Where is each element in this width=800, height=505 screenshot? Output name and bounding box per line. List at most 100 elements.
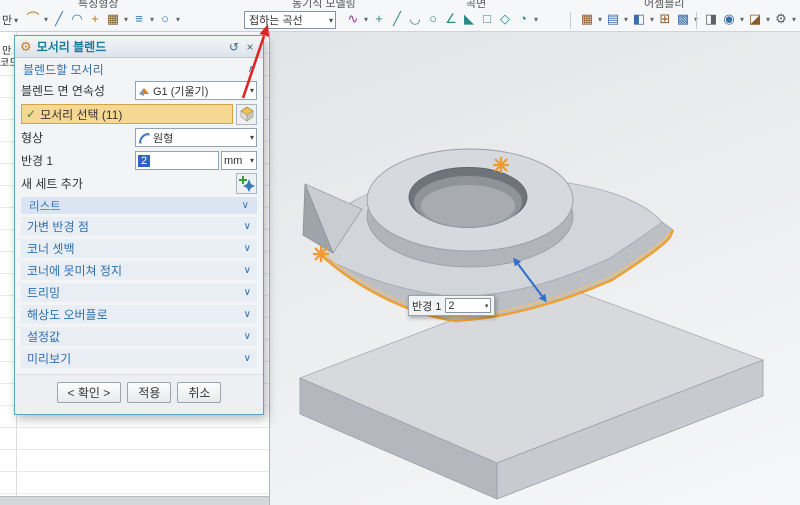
- render-style-icon-caret[interactable]: ▾: [738, 15, 746, 24]
- dialog-title: 모서리 블렌드: [37, 38, 107, 55]
- derived-curve-icon-caret[interactable]: ▾: [174, 15, 182, 24]
- sketch-arc-icon[interactable]: ◡: [406, 10, 424, 28]
- dialog-close-button[interactable]: ×: [242, 40, 258, 54]
- derived-curve-icon[interactable]: ○: [156, 10, 174, 28]
- line-icon[interactable]: ╱: [50, 10, 68, 28]
- pattern-curve-icon-caret[interactable]: ▾: [122, 15, 130, 24]
- circular-fillet-icon: [138, 132, 150, 144]
- ribbon-group-assemblies: 어셈블리: [644, 0, 714, 8]
- toolbar-icons-left: ⌒▾╱◠+▦▾≡▾○▾: [24, 10, 182, 28]
- group-preview[interactable]: 미리보기 ∨: [21, 349, 257, 368]
- group-label: 코너 셋백: [27, 240, 75, 257]
- caret-down-icon[interactable]: ▾: [250, 86, 254, 95]
- cancel-button[interactable]: 취소: [177, 382, 221, 403]
- add-set-icon: [238, 175, 255, 192]
- point-icon[interactable]: +: [86, 10, 104, 28]
- chevron-down-icon[interactable]: ∨: [244, 331, 251, 342]
- unite-icon-caret[interactable]: ▾: [648, 15, 656, 24]
- polygon-icon[interactable]: ◇: [496, 10, 514, 28]
- view-icon[interactable]: ◨: [702, 10, 720, 28]
- chevron-down-icon[interactable]: ∨: [244, 265, 251, 276]
- truncated-filter-combo[interactable]: 만▾: [2, 12, 18, 28]
- onscreen-radius-label: 반경 1: [412, 298, 441, 314]
- radius-value: 2: [138, 155, 150, 167]
- hole-floor: [421, 185, 515, 227]
- radius-label: 반경 1: [21, 152, 53, 169]
- caret-down-icon[interactable]: ▾: [250, 156, 254, 165]
- sketch-point-icon[interactable]: +: [370, 10, 388, 28]
- dialog-titlebar[interactable]: ⚙ 모서리 블렌드 ↺ ×: [15, 36, 263, 58]
- edge-select-row: ✓ 모서리 선택 (11): [15, 102, 263, 126]
- extrude-icon-caret[interactable]: ▾: [622, 15, 630, 24]
- ellipse-icon[interactable]: ◔: [514, 10, 532, 28]
- pattern-curve-icon[interactable]: ▦: [104, 10, 122, 28]
- chevron-down-icon[interactable]: ∨: [244, 309, 251, 320]
- caret-down-icon[interactable]: ▾: [485, 302, 489, 310]
- horizontal-scrollbar[interactable]: [0, 496, 269, 505]
- ellipse-icon-caret[interactable]: ▾: [532, 15, 540, 24]
- sketch-line-icon[interactable]: ╱: [388, 10, 406, 28]
- continuity-combo[interactable]: G1 (기울기) ▾: [135, 81, 257, 100]
- toolbar-icons-right: ▦▾▤▾◧▾⊞▩▾: [578, 10, 700, 28]
- group-overflow-resolution[interactable]: 해상도 오버플로 ∨: [21, 305, 257, 324]
- caret-down-icon[interactable]: ▾: [329, 16, 333, 25]
- ok-button[interactable]: < 확인 >: [57, 382, 122, 403]
- arc-icon[interactable]: ◠: [68, 10, 86, 28]
- group-label: 해상도 오버플로: [27, 306, 108, 323]
- group-settings[interactable]: 설정값 ∨: [21, 327, 257, 346]
- datum-plane-icon[interactable]: ▦: [578, 10, 596, 28]
- add-new-set-button[interactable]: [236, 173, 257, 194]
- sketch-circle-icon[interactable]: ○: [424, 10, 442, 28]
- tools-icon[interactable]: ⚙: [772, 10, 790, 28]
- group-edges-to-blend[interactable]: 블렌드할 모서리 ∧: [15, 60, 263, 79]
- group-stop-short-of-corner[interactable]: 코너에 못미쳐 정지 ∨: [21, 261, 257, 280]
- offset-curve-icon[interactable]: ≡: [130, 10, 148, 28]
- radius-unit-combo[interactable]: mm ▾: [221, 151, 257, 170]
- group-trimming[interactable]: 트리밍 ∨: [21, 283, 257, 302]
- blend-handle-asterisk[interactable]: [313, 246, 329, 262]
- chevron-down-icon[interactable]: ∨: [244, 287, 251, 298]
- dialog-gear-icon: ⚙: [20, 39, 32, 55]
- solid-body-filter-button[interactable]: [236, 104, 257, 125]
- chevron-up-icon[interactable]: ∧: [248, 64, 255, 75]
- group-label: 트리밍: [27, 284, 60, 301]
- curve-rule-combo[interactable]: 접하는 곡선 ▾: [244, 11, 336, 29]
- dialog-reset-button[interactable]: ↺: [226, 40, 242, 54]
- profile-icon-caret[interactable]: ▾: [42, 15, 50, 24]
- section-icon-caret[interactable]: ▾: [764, 15, 772, 24]
- angle-icon[interactable]: ∠: [442, 10, 460, 28]
- group-corner-setback[interactable]: 코너 셋백 ∨: [21, 239, 257, 258]
- select-edge-field[interactable]: ✓ 모서리 선택 (11): [21, 104, 233, 124]
- rectangle-icon[interactable]: □: [478, 10, 496, 28]
- render-style-icon[interactable]: ◉: [720, 10, 738, 28]
- chevron-down-icon[interactable]: ∨: [244, 243, 251, 254]
- chevron-down-icon[interactable]: ∨: [244, 353, 251, 364]
- list-section[interactable]: 리스트 ∨: [21, 197, 257, 214]
- onscreen-radius-input[interactable]: 2 ▾: [445, 298, 491, 313]
- group-variable-radius-point[interactable]: 가변 반경 점 ∨: [21, 217, 257, 236]
- tools-icon-caret[interactable]: ▾: [790, 15, 798, 24]
- blend-handle-asterisk[interactable]: [493, 157, 509, 173]
- offset-curve-icon-caret[interactable]: ▾: [148, 15, 156, 24]
- chevron-down-icon[interactable]: ∨: [242, 200, 249, 211]
- unite-icon[interactable]: ◧: [630, 10, 648, 28]
- section-icon[interactable]: ◪: [746, 10, 764, 28]
- caret-down-icon[interactable]: ▾: [250, 133, 254, 142]
- pattern-feature-icon[interactable]: ▩: [674, 10, 692, 28]
- check-icon: ✓: [26, 107, 36, 121]
- chamfer-icon[interactable]: ◣: [460, 10, 478, 28]
- studio-spline-icon-caret[interactable]: ▾: [362, 15, 370, 24]
- continuity-row: 블렌드 면 연속성 G1 (기울기) ▾: [15, 79, 263, 102]
- shape-combo[interactable]: 원형 ▾: [135, 128, 257, 147]
- apply-button[interactable]: 적용: [127, 382, 171, 403]
- studio-spline-icon[interactable]: ∿: [344, 10, 362, 28]
- shell-icon[interactable]: ⊞: [656, 10, 674, 28]
- part-canvas: [270, 32, 800, 505]
- radius-input[interactable]: 2: [135, 151, 219, 170]
- chevron-down-icon[interactable]: ∨: [244, 221, 251, 232]
- datum-plane-icon-caret[interactable]: ▾: [596, 15, 604, 24]
- extrude-icon[interactable]: ▤: [604, 10, 622, 28]
- profile-icon[interactable]: ⌒: [24, 10, 42, 28]
- ribbon-group-surface: 곡면: [466, 0, 526, 8]
- graphics-window[interactable]: [270, 32, 800, 505]
